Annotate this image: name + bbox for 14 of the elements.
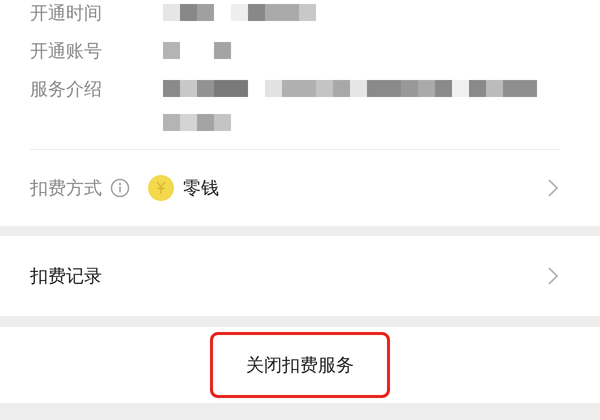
chevron-right-icon bbox=[548, 267, 558, 285]
info-icon bbox=[110, 178, 130, 198]
chevron-right-icon bbox=[548, 179, 558, 197]
coin-icon bbox=[147, 174, 175, 202]
mosaic-redaction bbox=[163, 114, 231, 131]
detail-label: 开通账号 bbox=[30, 40, 103, 64]
close-service-button[interactable]: 关闭扣费服务 bbox=[210, 332, 390, 398]
mosaic-redaction bbox=[163, 42, 231, 59]
payment-method-label: 扣费方式 bbox=[30, 176, 102, 200]
payment-records-label: 扣费记录 bbox=[30, 264, 102, 288]
payment-method-value: 零钱 bbox=[183, 176, 219, 200]
detail-label: 服务介绍 bbox=[30, 78, 103, 102]
detail-label: 开通时间 bbox=[30, 2, 103, 26]
payment-records-row[interactable]: 扣费记录 bbox=[0, 236, 600, 316]
